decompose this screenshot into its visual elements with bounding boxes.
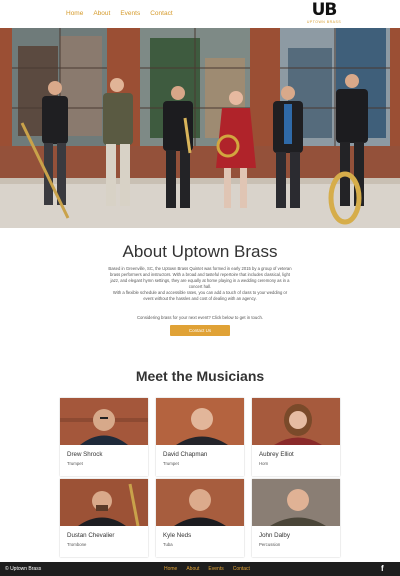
logo-mark: UB — [311, 0, 338, 20]
musician-photo — [60, 398, 148, 445]
main-nav: Home About Events Contact — [66, 10, 173, 17]
site-header: Home About Events Contact UB UPTOWN BRAS… — [0, 0, 400, 28]
footer-events-link[interactable]: Events — [208, 566, 223, 572]
musician-role: Trombone — [67, 542, 87, 547]
about-paragraph-2: With a flexible schedule and accessible … — [112, 290, 288, 301]
musician-photo — [60, 479, 148, 526]
musician-name: David Chapman — [163, 451, 208, 458]
musician-name: Aubrey Elliot — [259, 451, 294, 458]
nav-events-link[interactable]: Events — [120, 10, 140, 17]
musician-photo — [252, 479, 340, 526]
musicians-title: Meet the Musicians — [135, 368, 265, 384]
musician-card[interactable]: Aubrey Elliot Horn — [252, 398, 340, 476]
musician-role: Trumpet — [163, 461, 179, 466]
footer-about-link[interactable]: About — [186, 566, 199, 572]
musician-role: Percussion — [259, 542, 281, 547]
musician-card[interactable]: John Dalby Percussion — [252, 479, 340, 557]
musician-role: Tuba — [163, 542, 173, 547]
musician-photo — [156, 398, 244, 445]
nav-contact-link[interactable]: Contact — [150, 10, 172, 17]
footer-home-link[interactable]: Home — [164, 566, 177, 572]
about-paragraph-1: Based in Greenville, SC, the Uptown Bras… — [108, 266, 292, 289]
musician-name: Drew Shrock — [67, 451, 103, 458]
musician-role: Trumpet — [67, 461, 83, 466]
about-title: About Uptown Brass — [122, 242, 278, 261]
musician-card[interactable]: Kyle Neds Tuba — [156, 479, 244, 557]
musician-name: Dustan Chevalier — [67, 532, 115, 539]
musician-card[interactable]: Drew Shrock Trumpet — [60, 398, 148, 476]
musician-card[interactable]: David Chapman Trumpet — [156, 398, 244, 476]
musician-photo — [252, 398, 340, 445]
nav-about-link[interactable]: About — [93, 10, 110, 17]
footer-brand: © Uptown Brass — [5, 566, 42, 572]
musician-card[interactable]: Dustan Chevalier Trombone — [60, 479, 148, 557]
footer-nav: Home About Events Contact — [164, 566, 250, 572]
facebook-icon[interactable]: f — [381, 564, 384, 573]
musician-role: Horn — [259, 461, 269, 466]
musician-name: Kyle Neds — [163, 532, 192, 539]
about-description: Based in Greenville, SC, the Uptown Bras… — [108, 266, 292, 302]
logo-subtitle: UPTOWN BRASS — [306, 20, 342, 24]
contact-us-button[interactable]: Contact Us — [170, 325, 230, 336]
cta-text: Considering brass for your next event? C… — [136, 315, 264, 320]
hero-group-photo — [0, 28, 400, 228]
nav-home-link[interactable]: Home — [66, 10, 83, 17]
musician-photo — [156, 479, 244, 526]
footer-contact-link[interactable]: Contact — [233, 566, 250, 572]
site-footer: © Uptown Brass Home About Events Contact… — [0, 562, 400, 576]
site-logo[interactable]: UB UPTOWN BRASS — [306, 2, 342, 26]
musician-name: John Dalby — [259, 532, 290, 539]
